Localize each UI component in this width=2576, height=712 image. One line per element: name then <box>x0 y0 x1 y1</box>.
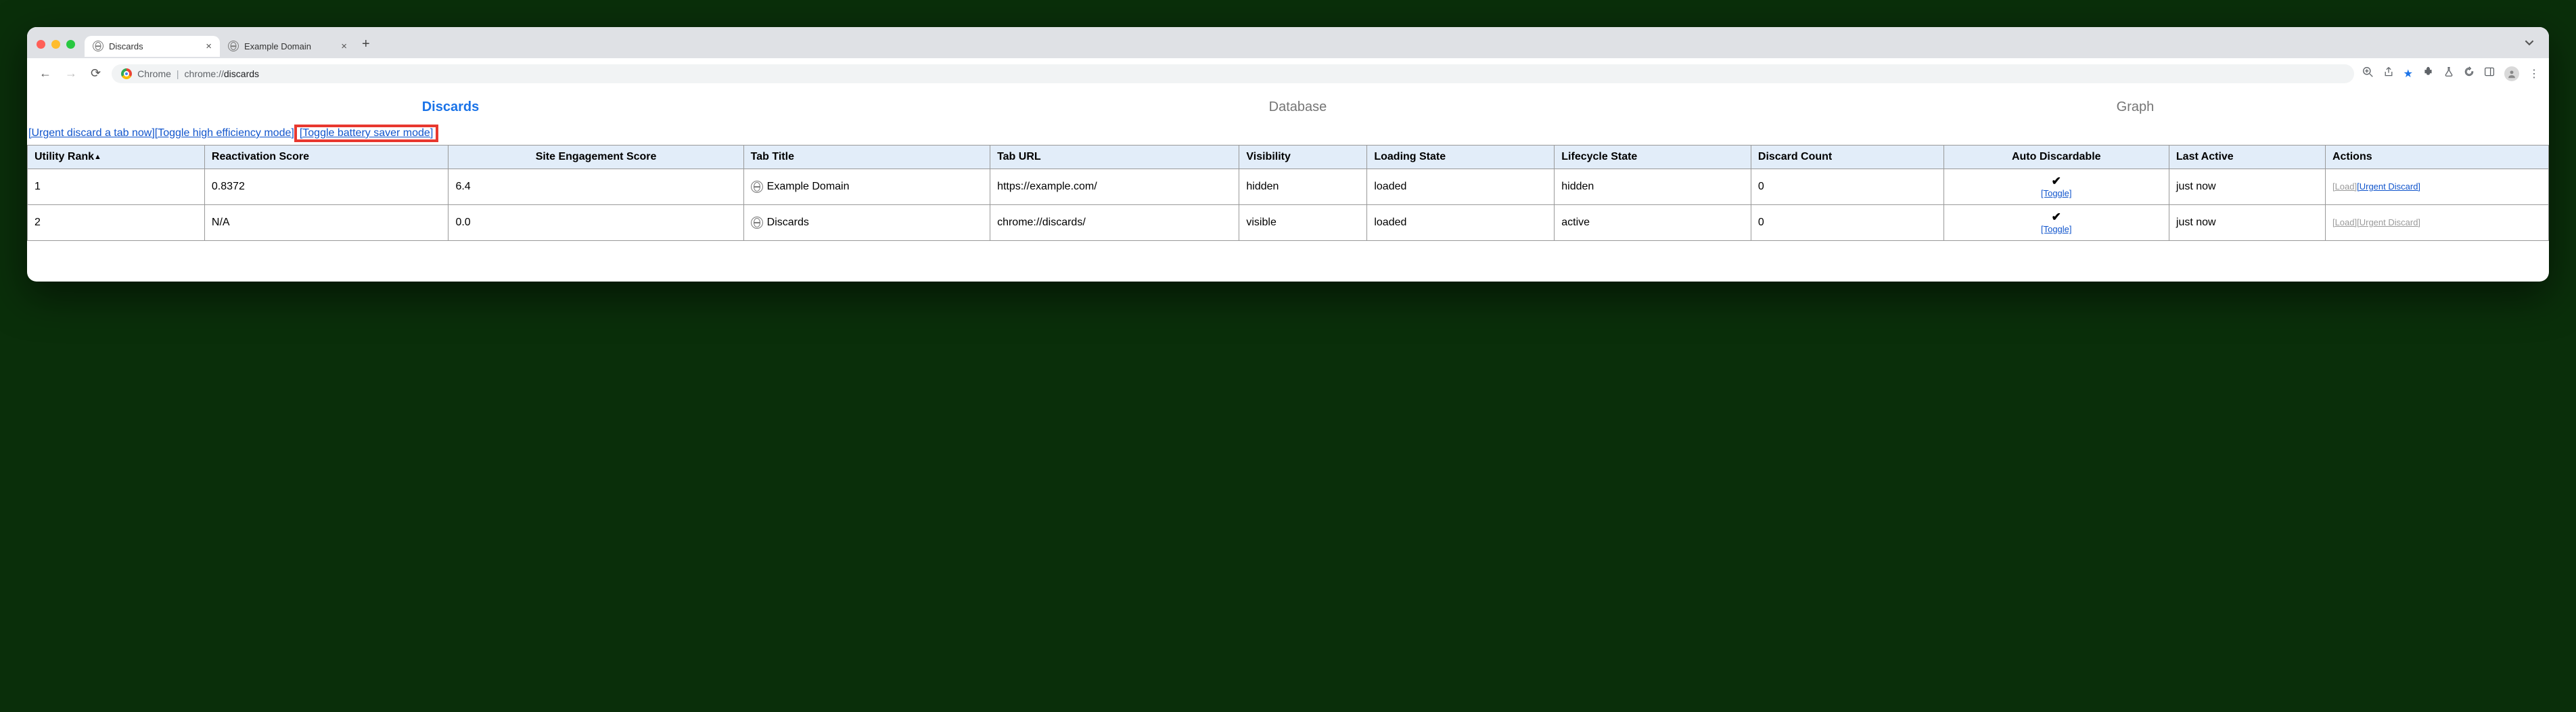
window-controls <box>37 40 75 49</box>
toolbar-actions: ★ ⋮ <box>2362 66 2539 81</box>
col-utility-rank[interactable]: Utility Rank▲ <box>28 146 205 169</box>
highlighted-action: [Toggle battery saver mode] <box>294 125 438 142</box>
url-text: chrome://discards <box>185 68 260 79</box>
global-actions: [Urgent discard a tab now][Toggle high e… <box>27 125 2549 145</box>
col-reactivation-score[interactable]: Reactivation Score <box>204 146 448 169</box>
cell-engagement: 6.4 <box>448 169 743 205</box>
menu-icon[interactable]: ⋮ <box>2529 67 2539 81</box>
col-site-engagement[interactable]: Site Engagement Score <box>448 146 743 169</box>
close-tab-icon[interactable]: × <box>206 41 212 52</box>
back-button[interactable]: ← <box>37 64 54 83</box>
load-action: [Load] <box>2332 181 2357 192</box>
tab-strip: Discards × Example Domain × + <box>27 27 2549 58</box>
globe-icon <box>751 217 763 229</box>
minimize-window-button[interactable] <box>51 40 60 49</box>
cell-rank: 2 <box>28 204 205 240</box>
globe-icon <box>228 41 239 51</box>
new-tab-button[interactable]: + <box>355 37 377 52</box>
col-loading-state[interactable]: Loading State <box>1367 146 1555 169</box>
page-tab-strip: Discards Database Graph <box>27 89 2549 125</box>
extensions-icon[interactable] <box>2422 66 2434 81</box>
col-last-active[interactable]: Last Active <box>2169 146 2325 169</box>
cell-engagement: 0.0 <box>448 204 743 240</box>
url-scheme-label: Chrome <box>137 68 171 79</box>
tab-title: Discards <box>109 41 200 51</box>
globe-icon <box>93 41 104 51</box>
share-icon[interactable] <box>2383 66 2394 81</box>
urgent-discard-action[interactable]: [Urgent Discard] <box>2357 181 2420 192</box>
cell-reactivation: 0.8372 <box>204 169 448 205</box>
col-actions[interactable]: Actions <box>2325 146 2548 169</box>
cell-loading: loaded <box>1367 169 1555 205</box>
cell-title: Discards <box>743 204 990 240</box>
tab-title: Example Domain <box>244 41 336 51</box>
toggle-auto-discard-link[interactable]: [Toggle] <box>2041 188 2072 199</box>
forward-button[interactable]: → <box>62 64 80 83</box>
col-discard-count[interactable]: Discard Count <box>1751 146 1944 169</box>
update-icon[interactable] <box>2464 66 2475 81</box>
cell-reactivation: N/A <box>204 204 448 240</box>
toggle-high-efficiency-link[interactable]: [Toggle high efficiency mode] <box>155 127 294 139</box>
close-window-button[interactable] <box>37 40 45 49</box>
cell-url: chrome://discards/ <box>990 204 1239 240</box>
cell-visibility: hidden <box>1239 169 1367 205</box>
browser-window: Discards × Example Domain × + ← → ⟳ Chro… <box>27 27 2549 282</box>
sort-asc-icon: ▲ <box>94 153 101 161</box>
tab-search-button[interactable] <box>2525 38 2534 51</box>
separator: | <box>177 68 179 79</box>
cell-lifecycle: active <box>1555 204 1751 240</box>
maximize-window-button[interactable] <box>66 40 75 49</box>
cell-auto-discardable: ✔[Toggle] <box>1944 204 2169 240</box>
tab-database[interactable]: Database <box>1269 99 1327 115</box>
cell-url: https://example.com/ <box>990 169 1239 205</box>
col-auto-discardable[interactable]: Auto Discardable <box>1944 146 2169 169</box>
cell-last-active: just now <box>2169 169 2325 205</box>
cell-auto-discardable: ✔[Toggle] <box>1944 169 2169 205</box>
cell-last-active: just now <box>2169 204 2325 240</box>
discards-table: Utility Rank▲ Reactivation Score Site En… <box>27 145 2549 241</box>
labs-icon[interactable] <box>2443 66 2454 81</box>
bookmark-star-icon[interactable]: ★ <box>2404 67 2413 81</box>
col-visibility[interactable]: Visibility <box>1239 146 1367 169</box>
cell-lifecycle: hidden <box>1555 169 1751 205</box>
browser-tab-discards[interactable]: Discards × <box>85 36 220 57</box>
address-bar[interactable]: Chrome | chrome://discards <box>112 64 2354 83</box>
col-lifecycle-state[interactable]: Lifecycle State <box>1555 146 1751 169</box>
check-icon: ✔ <box>2052 175 2061 188</box>
browser-tab-example[interactable]: Example Domain × <box>220 36 355 57</box>
chrome-icon <box>121 68 132 79</box>
table-row: 2N/A0.0Discardschrome://discards/visible… <box>28 204 2549 240</box>
close-tab-icon[interactable]: × <box>341 41 347 52</box>
cell-discard-count: 0 <box>1751 169 1944 205</box>
side-panel-icon[interactable] <box>2484 66 2495 81</box>
cell-actions: [Load][Urgent Discard] <box>2325 169 2548 205</box>
zoom-icon[interactable] <box>2362 66 2374 81</box>
toggle-auto-discard-link[interactable]: [Toggle] <box>2041 224 2072 235</box>
table-row: 10.83726.4Example Domainhttps://example.… <box>28 169 2549 205</box>
cell-rank: 1 <box>28 169 205 205</box>
urgent-discard-link[interactable]: [Urgent discard a tab now] <box>28 127 155 139</box>
cell-title: Example Domain <box>743 169 990 205</box>
col-tab-title[interactable]: Tab Title <box>743 146 990 169</box>
toolbar: ← → ⟳ Chrome | chrome://discards ★ <box>27 58 2549 89</box>
cell-discard-count: 0 <box>1751 204 1944 240</box>
col-tab-url[interactable]: Tab URL <box>990 146 1239 169</box>
cell-loading: loaded <box>1367 204 1555 240</box>
check-icon: ✔ <box>2052 210 2061 224</box>
tab-discards[interactable]: Discards <box>422 99 480 115</box>
profile-avatar[interactable] <box>2504 66 2519 81</box>
cell-visibility: visible <box>1239 204 1367 240</box>
tab-graph[interactable]: Graph <box>2117 99 2155 115</box>
toggle-battery-saver-link[interactable]: [Toggle battery saver mode] <box>300 127 433 139</box>
reload-button[interactable]: ⟳ <box>88 64 104 83</box>
globe-icon <box>751 181 763 193</box>
cell-actions: [Load][Urgent Discard] <box>2325 204 2548 240</box>
load-action: [Load] <box>2332 217 2357 227</box>
page-content: Discards Database Graph [Urgent discard … <box>27 89 2549 282</box>
urgent-discard-action: [Urgent Discard] <box>2357 217 2420 227</box>
